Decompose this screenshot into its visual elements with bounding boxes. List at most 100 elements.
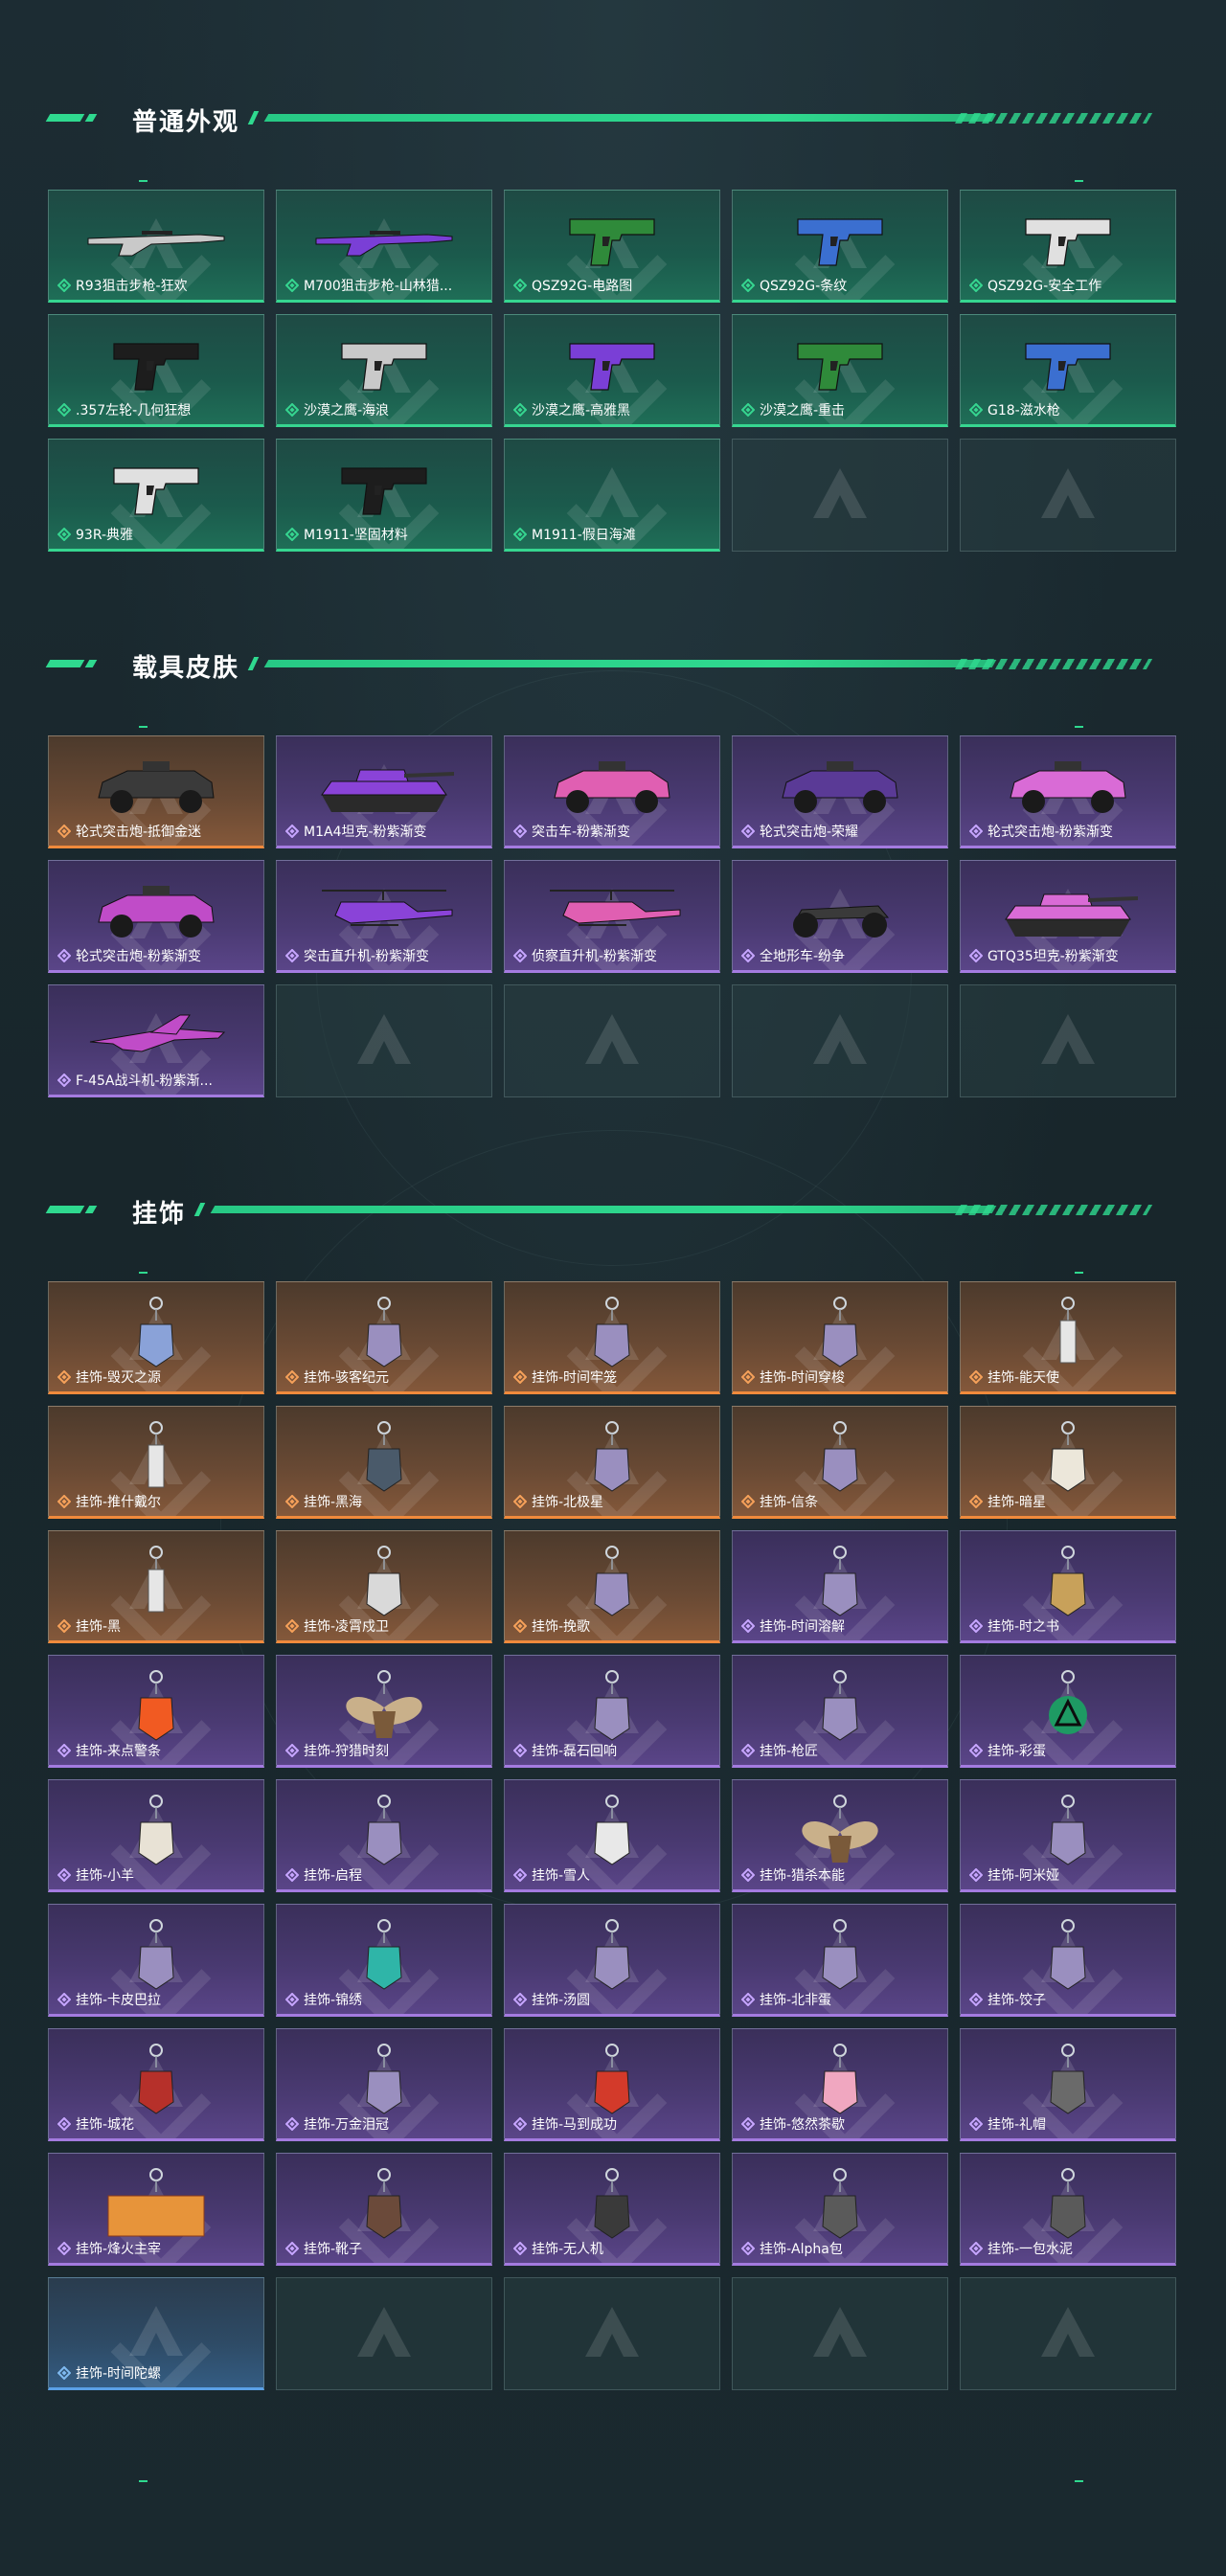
rarity-diamond-icon xyxy=(513,1868,527,1882)
rarity-diamond-icon xyxy=(969,2242,983,2255)
item-label-row: QSZ92G-电路图 xyxy=(513,277,714,294)
item-name: GTQ35坦克-粉紫渐变 xyxy=(988,949,1119,964)
item-card[interactable]: M1A4坦克-粉紫渐变 xyxy=(276,735,492,848)
item-card[interactable]: R93狙击步枪-狂欢 xyxy=(48,190,264,303)
item-card[interactable]: QSZ92G-条纹 xyxy=(732,190,948,303)
item-card[interactable]: 沙漠之鹰-重击 xyxy=(732,314,948,427)
item-card[interactable]: 轮式突击炮-粉紫渐变 xyxy=(960,735,1176,848)
item-image xyxy=(355,1918,413,1997)
item-card[interactable]: GTQ35坦克-粉紫渐变 xyxy=(960,860,1176,973)
item-card[interactable]: 挂饰-彩蛋 xyxy=(960,1655,1176,1768)
item-card[interactable]: F-45A战斗机-粉紫渐... xyxy=(48,984,264,1097)
rarity-diamond-icon xyxy=(57,1619,71,1633)
item-card[interactable]: 沙漠之鹰-海浪 xyxy=(276,314,492,427)
item-card[interactable]: 挂饰-时间穿梭 xyxy=(732,1281,948,1394)
rarity-diamond-icon xyxy=(57,528,71,541)
rarity-diamond-icon xyxy=(57,825,71,838)
item-card[interactable]: QSZ92G-安全工作 xyxy=(960,190,1176,303)
item-card[interactable]: 挂饰-信条 xyxy=(732,1406,948,1519)
anchor-charm-icon xyxy=(366,1420,402,1492)
item-card[interactable]: 挂饰-阿米娅 xyxy=(960,1779,1176,1892)
helicopter-icon xyxy=(550,889,681,926)
item-card[interactable]: 挂饰-黑海 xyxy=(276,1406,492,1519)
footer-tick-left xyxy=(139,2480,148,2482)
item-card[interactable]: 挂饰-城花 xyxy=(48,2028,264,2141)
item-card[interactable]: 挂饰-北极星 xyxy=(504,1406,720,1519)
armored-vehicle-icon xyxy=(554,760,670,813)
item-card[interactable]: 挂饰-时之书 xyxy=(960,1530,1176,1643)
item-card[interactable]: 挂饰-悠然茶歇 xyxy=(732,2028,948,2141)
item-card[interactable]: 挂饰-万金泪冠 xyxy=(276,2028,492,2141)
charm-icon xyxy=(366,1296,402,1367)
item-card[interactable]: 挂饰-雪人 xyxy=(504,1779,720,1892)
item-label-row: 轮式突击炮-抵御金迷 xyxy=(57,823,258,840)
item-image xyxy=(1039,1420,1097,1499)
item-card[interactable]: 挂饰-靴子 xyxy=(276,2153,492,2266)
item-card[interactable]: 挂饰-猎杀本能 xyxy=(732,1779,948,1892)
item-card[interactable]: M1911-假日海滩 xyxy=(504,439,720,552)
pistol-icon xyxy=(569,343,655,391)
item-card[interactable]: .357左轮-几何狂想 xyxy=(48,314,264,427)
item-card[interactable]: 挂饰-北非蛋 xyxy=(732,1904,948,2017)
header-line xyxy=(263,660,997,667)
item-card[interactable]: M700狙击步枪-山林猎... xyxy=(276,190,492,303)
item-card[interactable]: G18-滋水枪 xyxy=(960,314,1176,427)
item-card[interactable]: 挂饰-时间溶解 xyxy=(732,1530,948,1643)
item-card[interactable]: 挂饰-无人机 xyxy=(504,2153,720,2266)
item-card[interactable]: 挂饰-小羊 xyxy=(48,1779,264,1892)
item-card[interactable]: 挂饰-锦绣 xyxy=(276,1904,492,2017)
item-card[interactable]: 挂饰-礼帽 xyxy=(960,2028,1176,2141)
section-header: 普通外观 xyxy=(45,105,1153,137)
item-card[interactable]: 侦察直升机-粉紫渐变 xyxy=(504,860,720,973)
item-card[interactable]: 挂饰-黑 xyxy=(48,1530,264,1643)
item-label-row: 挂饰-北非蛋 xyxy=(741,1991,942,2008)
item-card[interactable]: 挂饰-马到成功 xyxy=(504,2028,720,2141)
item-card[interactable]: 挂饰-狩猎时刻 xyxy=(276,1655,492,1768)
item-card[interactable]: 突击直升机-粉紫渐变 xyxy=(276,860,492,973)
item-name: 挂饰-时间溶解 xyxy=(760,1619,846,1635)
item-card[interactable]: 挂饰-一包水泥 xyxy=(960,2153,1176,2266)
item-card[interactable]: QSZ92G-电路图 xyxy=(504,190,720,303)
item-card[interactable]: 挂饰-饺子 xyxy=(960,1904,1176,2017)
item-image xyxy=(583,1420,641,1499)
item-card[interactable]: 轮式突击炮-荣耀 xyxy=(732,735,948,848)
rarity-diamond-icon xyxy=(969,1370,983,1384)
item-card[interactable]: 挂饰-凌霄戍卫 xyxy=(276,1530,492,1643)
item-card[interactable]: 挂饰-磊石回响 xyxy=(504,1655,720,1768)
item-card[interactable]: 挂饰-卡皮巴拉 xyxy=(48,1904,264,2017)
item-card[interactable]: 挂饰-挽歌 xyxy=(504,1530,720,1643)
item-card[interactable]: 全地形车-纷争 xyxy=(732,860,948,973)
item-card[interactable]: 挂饰-时间牢笼 xyxy=(504,1281,720,1394)
item-card[interactable]: 突击车-粉紫渐变 xyxy=(504,735,720,848)
item-card[interactable]: 挂饰-Alpha包 xyxy=(732,2153,948,2266)
item-name: QSZ92G-电路图 xyxy=(532,279,633,294)
item-card[interactable]: 挂饰-烽火主宰 xyxy=(48,2153,264,2266)
item-card[interactable]: 挂饰-毁灭之源 xyxy=(48,1281,264,1394)
item-image xyxy=(336,336,432,399)
item-card[interactable]: 挂饰-时间陀螺 xyxy=(48,2277,264,2390)
item-card[interactable]: 挂饰-推什戴尔 xyxy=(48,1406,264,1519)
item-label-row: 挂饰-骇客纪元 xyxy=(285,1368,486,1386)
item-name: 挂饰-启程 xyxy=(304,1868,363,1884)
item-card[interactable]: 93R-典雅 xyxy=(48,439,264,552)
item-image xyxy=(1039,2167,1097,2246)
empty-slot xyxy=(504,2277,720,2390)
item-card[interactable]: 挂饰-暗星 xyxy=(960,1406,1176,1519)
item-card[interactable]: 挂饰-来点警条 xyxy=(48,1655,264,1768)
item-card[interactable]: 沙漠之鹰-高雅黑 xyxy=(504,314,720,427)
pistol-icon xyxy=(341,467,427,515)
item-card[interactable]: 挂饰-骇客纪元 xyxy=(276,1281,492,1394)
item-card[interactable]: 轮式突击炮-粉紫渐变 xyxy=(48,860,264,973)
item-card[interactable]: 挂饰-汤圆 xyxy=(504,1904,720,2017)
item-card[interactable]: 挂饰-启程 xyxy=(276,1779,492,1892)
header-slash xyxy=(247,657,260,670)
item-card[interactable]: 轮式突击炮-抵御金迷 xyxy=(48,735,264,848)
item-card[interactable]: 挂饰-枪匠 xyxy=(732,1655,948,1768)
item-name: 93R-典雅 xyxy=(76,528,134,543)
item-card[interactable]: 挂饰-能天使 xyxy=(960,1281,1176,1394)
item-name: 挂饰-烽火主宰 xyxy=(76,2242,162,2257)
item-label-row: 轮式突击炮-粉紫渐变 xyxy=(57,947,258,964)
watermark-logo-icon xyxy=(813,468,867,518)
item-card[interactable]: M1911-坚固材料 xyxy=(276,439,492,552)
hat-charm-icon xyxy=(1050,2043,1086,2114)
